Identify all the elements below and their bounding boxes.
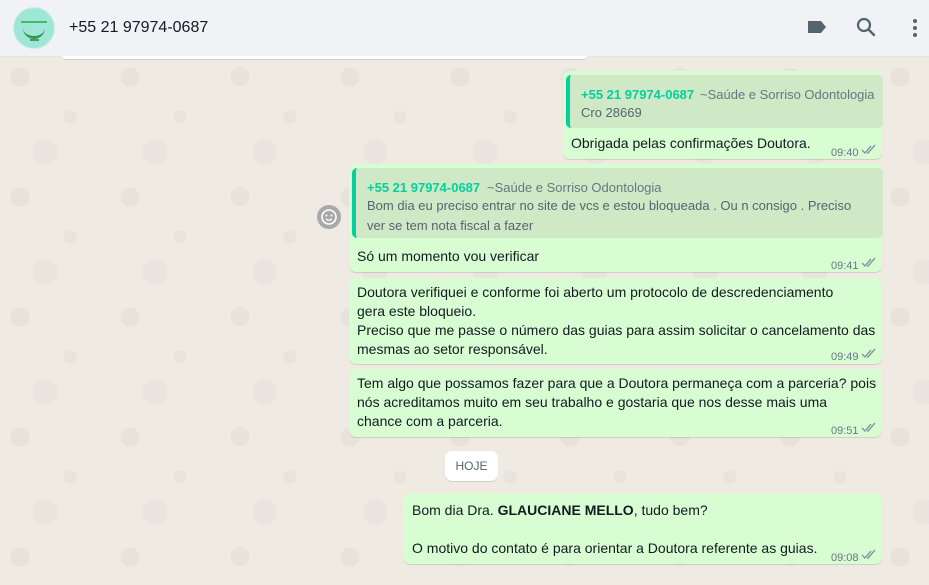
avatar-logo-line [21, 21, 47, 23]
quote-text-line2: ver se tem nota fiscal a fazer [367, 218, 534, 233]
message-text-line1: Bom dia Dra. GLAUCIANE MELLO, tudo bem? [412, 501, 708, 520]
message-time: 09:51 [831, 425, 859, 437]
message-bubble[interactable]: Bom dia Dra. GLAUCIANE MELLO, tudo bem? … [403, 493, 882, 564]
message-bubble[interactable]: +55 21 97974-0687 ~Saúde e Sorriso Odont… [349, 164, 883, 272]
quoted-message[interactable]: +55 21 97974-0687 ~Saúde e Sorriso Odont… [566, 75, 883, 128]
message-text-suffix: , tudo bem? [633, 502, 708, 518]
quote-text-line1: Bom dia eu preciso entrar no site de vcs… [367, 198, 852, 213]
day-separator: HOJE [445, 451, 498, 481]
bold-contact-name: GLAUCIANE MELLO [497, 502, 634, 518]
double-check-icon [861, 422, 877, 433]
message-text: Obrigada pelas confirmações Doutora. [571, 135, 811, 151]
search-icon[interactable] [853, 14, 879, 40]
chat-header: +55 21 97974-0687 [0, 0, 929, 57]
message-bubble[interactable]: Tem algo que possamos fazer para que a D… [349, 369, 882, 437]
message-text: Doutora verifiquei e conforme foi aberto… [357, 284, 876, 357]
quote-text: Cro 28669 [581, 105, 642, 120]
double-check-icon [861, 348, 877, 359]
message-bubble[interactable]: Doutora verifiquei e conforme foi aberto… [349, 278, 882, 364]
double-check-icon [861, 257, 877, 268]
quote-sender: +55 21 97974-0687 [367, 180, 481, 195]
quote-sender: +55 21 97974-0687 [581, 87, 695, 102]
avatar-smile-logo [23, 27, 45, 39]
double-check-icon [861, 144, 877, 155]
message-text-prefix: Bom dia Dra. [412, 502, 498, 518]
double-check-icon [861, 549, 877, 560]
message-time: 09:40 [831, 147, 859, 159]
message-bubble[interactable]: +55 21 97974-0687 ~Saúde e Sorriso Odont… [563, 71, 883, 159]
message-time: 09:41 [831, 260, 859, 272]
message-time: 09:49 [831, 351, 859, 363]
message-time: 09:08 [831, 552, 859, 564]
menu-icon[interactable] [902, 14, 922, 40]
emoji-reaction-icon[interactable] [317, 205, 341, 229]
message-text: Só um momento vou verificar [357, 248, 540, 264]
message-text-line2: O motivo do contato é para orientar a Do… [412, 540, 818, 556]
quoted-message[interactable]: +55 21 97974-0687 ~Saúde e Sorriso Odont… [352, 168, 883, 238]
quote-push-name: ~Saúde e Sorriso Odontologia [487, 180, 662, 195]
avatar-logo-dots [30, 39, 39, 41]
label-icon[interactable] [804, 14, 830, 40]
message-text: Tem algo que possamos fazer para que a D… [357, 375, 877, 429]
previous-message-edge [62, 56, 587, 59]
contact-avatar[interactable] [13, 7, 55, 49]
quote-push-name: ~Saúde e Sorriso Odontologia [700, 87, 875, 102]
contact-name[interactable]: +55 21 97974-0687 [69, 19, 208, 37]
